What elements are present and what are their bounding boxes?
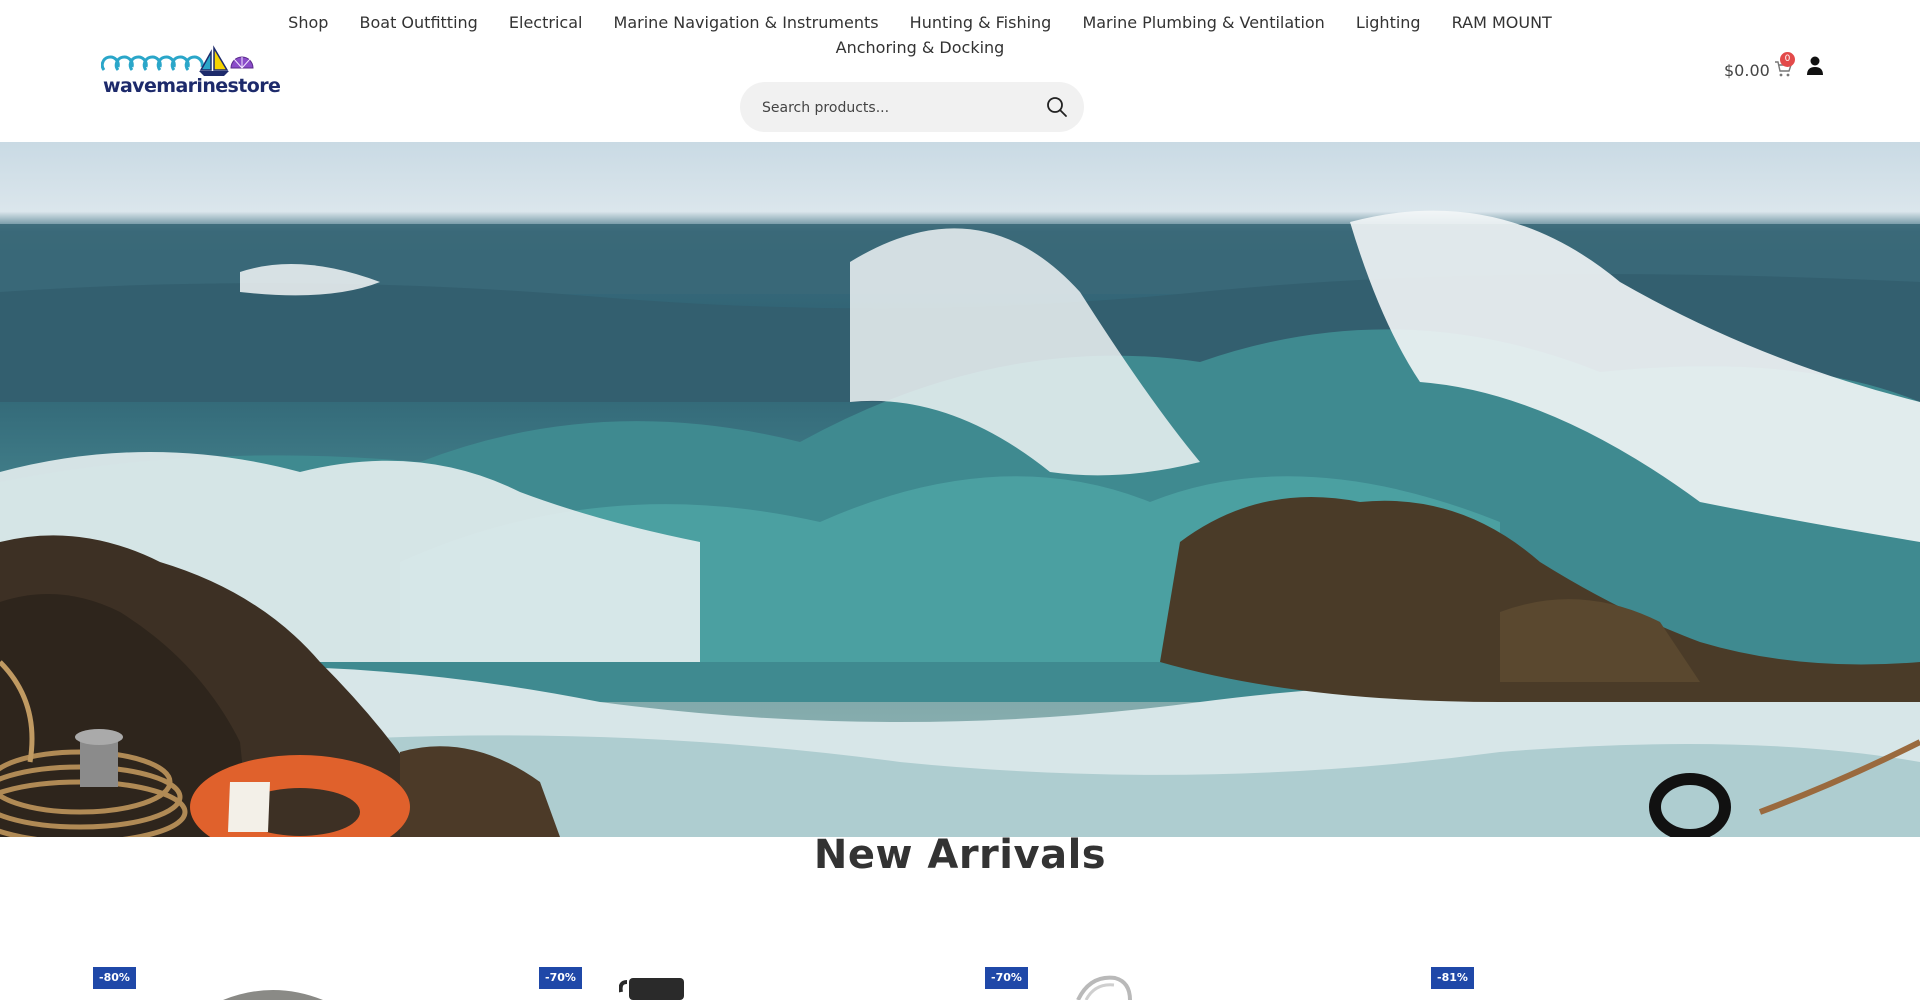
product-card[interactable]: -70% bbox=[985, 960, 1405, 1000]
nav-item-marine-navigation[interactable]: Marine Navigation & Instruments bbox=[614, 10, 879, 35]
discount-badge: -80% bbox=[93, 967, 136, 989]
section-title-new-arrivals: New Arrivals bbox=[813, 832, 1107, 878]
nav-item-lighting[interactable]: Lighting bbox=[1356, 10, 1421, 35]
nav-item-shop[interactable]: Shop bbox=[288, 10, 328, 35]
product-card[interactable]: -81% bbox=[1431, 960, 1851, 1000]
nav-item-anchoring-docking[interactable]: Anchoring & Docking bbox=[836, 35, 1005, 60]
logo-wordmark: wavemarinestore bbox=[103, 75, 281, 97]
cart-total: $0.00 bbox=[1724, 61, 1770, 80]
user-icon[interactable] bbox=[1806, 56, 1824, 76]
discount-badge: -70% bbox=[985, 967, 1028, 989]
nav-row-secondary: Anchoring & Docking bbox=[260, 35, 1580, 60]
ocean-wave-scene bbox=[0, 210, 1920, 837]
discount-badge: -70% bbox=[539, 967, 582, 989]
product-card[interactable]: -80% bbox=[93, 960, 513, 1000]
discount-badge: -81% bbox=[1431, 967, 1474, 989]
product-thumbnail bbox=[619, 978, 684, 1000]
nav-item-hunting-fishing[interactable]: Hunting & Fishing bbox=[910, 10, 1052, 35]
hero-banner-image bbox=[0, 142, 1920, 837]
nav-item-boat-outfitting[interactable]: Boat Outfitting bbox=[360, 10, 478, 35]
search-box bbox=[740, 82, 1084, 132]
search-input[interactable] bbox=[760, 96, 1034, 120]
search-icon[interactable] bbox=[1045, 95, 1069, 119]
site-header: wavemarinestore Shop Boat Outfitting Ele… bbox=[0, 0, 1920, 142]
main-navigation: Shop Boat Outfitting Electrical Marine N… bbox=[260, 10, 1580, 60]
nav-item-marine-plumbing[interactable]: Marine Plumbing & Ventilation bbox=[1082, 10, 1324, 35]
product-card[interactable]: -70% bbox=[539, 960, 959, 1000]
product-thumbnail bbox=[1076, 975, 1132, 1000]
nav-item-ram-mount[interactable]: RAM MOUNT bbox=[1452, 10, 1552, 35]
cart-count-badge: 0 bbox=[1780, 52, 1795, 67]
site-logo[interactable]: wavemarinestore bbox=[101, 44, 281, 97]
product-thumbnail bbox=[223, 990, 323, 1000]
nav-item-electrical[interactable]: Electrical bbox=[509, 10, 583, 35]
nav-row-primary: Shop Boat Outfitting Electrical Marine N… bbox=[260, 10, 1580, 35]
